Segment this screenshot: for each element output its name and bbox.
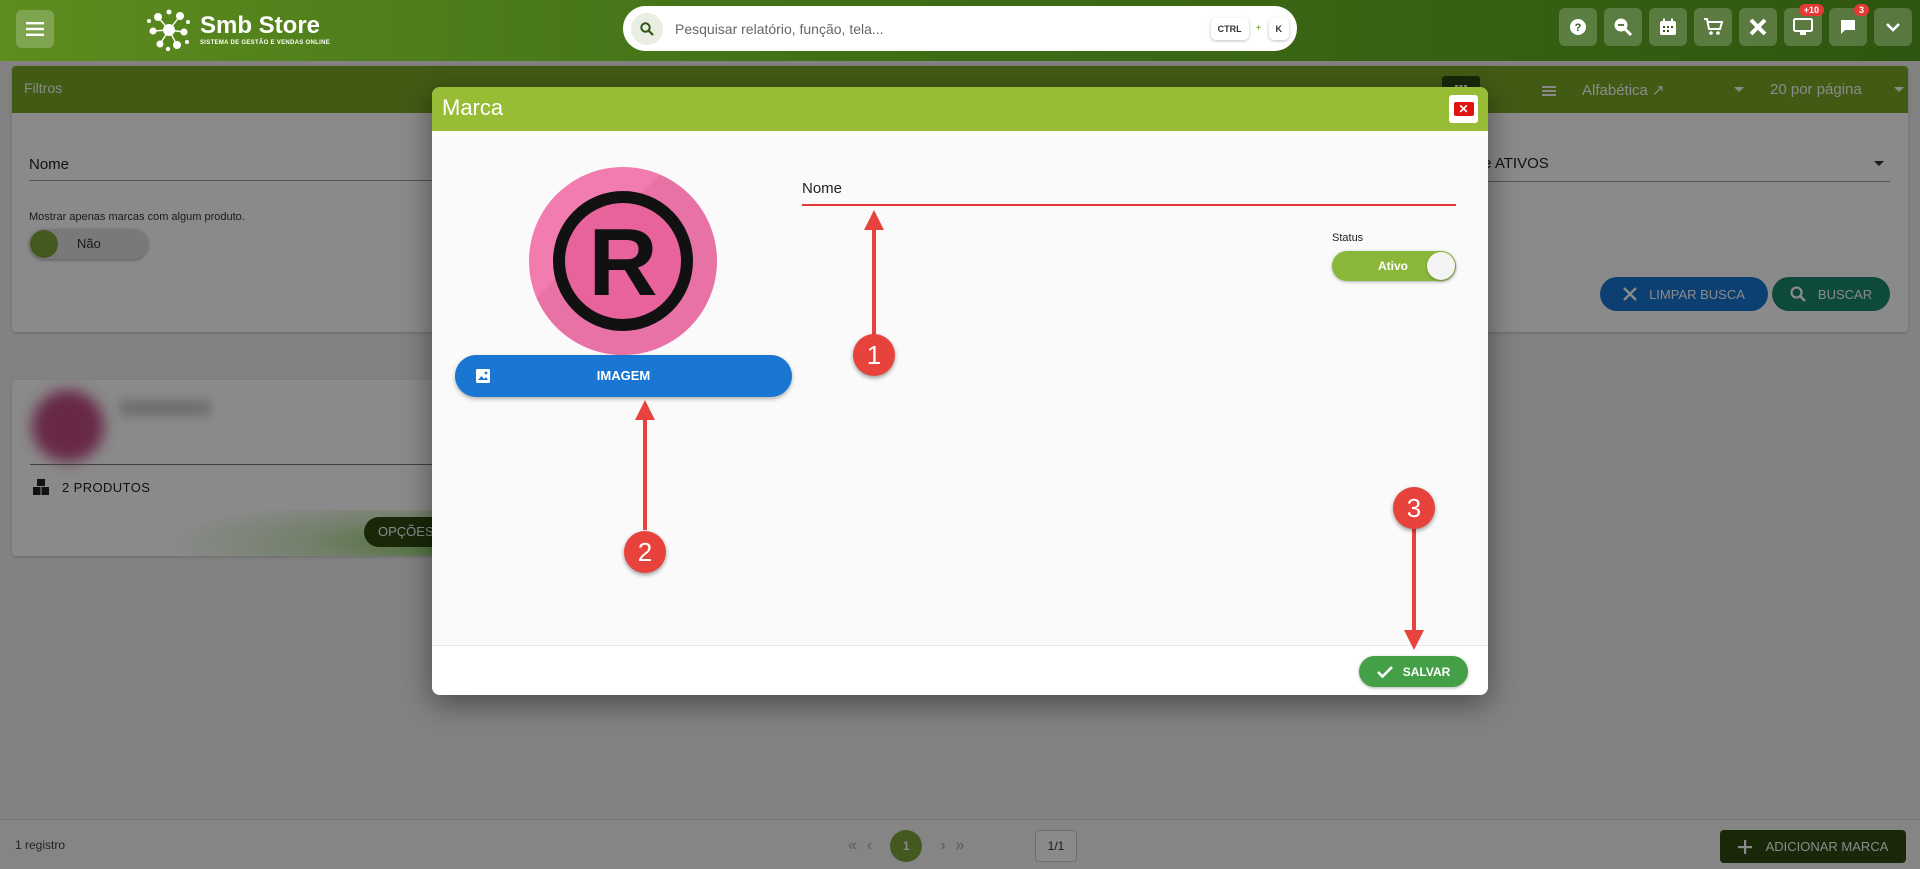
cart-button[interactable] (1694, 8, 1732, 46)
chat-button[interactable]: 3 (1829, 4, 1869, 46)
image-upload-button[interactable]: IMAGEM (455, 355, 792, 397)
help-icon: ? (1570, 19, 1586, 35)
cart-icon (1704, 18, 1723, 35)
status-label: Status (1332, 232, 1364, 244)
monitor-button[interactable]: +10 (1784, 4, 1824, 46)
monitor-badge: +10 (1798, 4, 1824, 16)
account-menu-button[interactable] (1874, 8, 1912, 46)
registered-mark-icon: R (553, 191, 693, 331)
top-bar: Smb Store SISTEMA DE GESTÃO E VENDAS ONL… (0, 0, 1920, 61)
save-button-label: SALVAR (1402, 664, 1451, 679)
search-icon (631, 12, 663, 45)
shortcut-k-key: K (1268, 17, 1289, 40)
status-toggle-knob (1427, 252, 1455, 280)
search-input[interactable]: Pesquisar relatório, função, tela... (675, 21, 1211, 37)
image-button-label: IMAGEM (596, 368, 651, 383)
annotation-marker-1: 1 (853, 334, 895, 376)
hamburger-icon (26, 22, 44, 36)
zoom-search-icon (1614, 18, 1633, 37)
menu-button[interactable] (16, 10, 54, 48)
zoom-search-button[interactable] (1604, 8, 1642, 46)
app-logo[interactable]: Smb Store SISTEMA DE GESTÃO E VENDAS ONL… (146, 7, 330, 53)
shortcut-plus: + (1255, 23, 1262, 34)
top-icons: ? +10 3 (1559, 4, 1912, 46)
save-button[interactable]: SALVAR (1359, 656, 1468, 687)
chat-icon (1841, 20, 1855, 34)
calendar-icon (1660, 18, 1676, 35)
close-icon: ✕ (1453, 102, 1474, 116)
modal-footer: SALVAR (432, 645, 1488, 695)
logo-network-icon (147, 9, 190, 52)
svg-text:?: ? (1575, 22, 1582, 34)
tools-icon (1749, 18, 1767, 36)
status-toggle-value: Ativo (1378, 259, 1408, 273)
tools-button[interactable] (1739, 8, 1777, 46)
annotation-marker-2: 2 (624, 531, 666, 573)
brand-name-field[interactable]: Nome (802, 180, 842, 197)
annotation-marker-3: 3 (1393, 487, 1435, 529)
brand-image-preview: R (529, 167, 717, 355)
brand-modal: Marca ✕ R IMAGEM Nome Status Ativo SALVA… (432, 87, 1488, 695)
global-search[interactable]: Pesquisar relatório, função, tela... CTR… (623, 6, 1297, 51)
modal-title: Marca (442, 95, 504, 120)
status-toggle[interactable]: Ativo (1332, 251, 1456, 281)
chevron-down-icon (1886, 23, 1900, 32)
registered-letter: R (588, 209, 658, 316)
monitor-icon (1793, 18, 1813, 35)
check-icon (1376, 665, 1393, 678)
modal-close-button[interactable]: ✕ (1449, 95, 1478, 123)
modal-header: Marca ✕ (432, 87, 1488, 131)
help-button[interactable]: ? (1559, 8, 1597, 46)
logo-title: Smb Store (200, 12, 321, 39)
brand-name-underline (802, 204, 1456, 206)
logo-subtitle: SISTEMA DE GESTÃO E VENDAS ONLINE (200, 40, 331, 46)
chat-badge: 3 (1853, 4, 1869, 16)
calendar-button[interactable] (1649, 8, 1687, 46)
shortcut-ctrl-key: CTRL (1210, 17, 1249, 40)
